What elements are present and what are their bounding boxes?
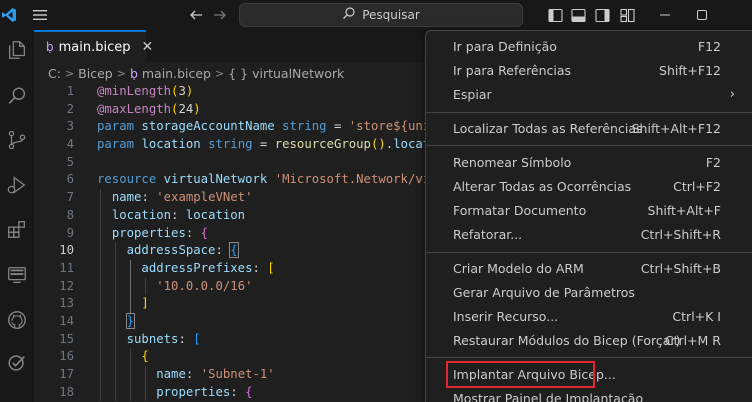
source-control-icon[interactable] [0, 122, 34, 158]
explorer-icon[interactable] [0, 32, 34, 68]
github-icon[interactable] [0, 302, 34, 338]
extensions-icon[interactable] [0, 211, 34, 247]
breadcrumb-item-drive[interactable]: C: [48, 66, 61, 81]
title-bar: Pesquisar [0, 0, 752, 30]
line-number: 4 [66, 137, 74, 152]
line-number: 6 [66, 172, 74, 187]
line-text: location: location [111, 207, 246, 222]
line-number: 11 [59, 260, 74, 275]
line-text: '10.0.0.0/16' [156, 278, 253, 293]
line-text: ] [141, 296, 149, 311]
menu-icon[interactable] [30, 0, 50, 30]
line-number: 14 [59, 313, 74, 328]
menu-item-format-document[interactable]: Formatar Documento Shift+Alt+F [426, 199, 752, 222]
toggle-secondary-sidebar-icon[interactable] [592, 0, 612, 30]
menu-divider [426, 145, 752, 146]
maximize-icon[interactable] [690, 0, 714, 30]
menu-item-find-all-references[interactable]: Localizar Todas as Referências Shift+Alt+… [426, 117, 752, 140]
breadcrumb-separator-icon: > [116, 66, 126, 80]
line-text: addressPrefixes: [ [141, 260, 275, 275]
line-text: resource virtualNetwork 'Microsoft.Netwo… [97, 172, 438, 187]
breadcrumb-separator-icon: > [215, 66, 225, 80]
chevron-right-icon: › [729, 87, 735, 102]
breadcrumb-item-folder[interactable]: Bicep [78, 66, 113, 81]
activity-bar [0, 30, 34, 402]
line-text: name: 'exampleVNet' [111, 190, 253, 205]
line-number: 2 [66, 101, 74, 116]
breadcrumb-item-symbol[interactable]: { } virtualNetwork [228, 66, 344, 81]
line-number: 18 [59, 384, 74, 399]
menu-divider [426, 252, 752, 253]
line-number: 13 [59, 296, 74, 311]
search-icon [342, 6, 356, 24]
line-text: addressSpace: { [126, 242, 239, 259]
remote-explorer-icon[interactable] [0, 257, 34, 293]
breadcrumb-separator-icon: > [64, 66, 75, 80]
line-text: @maxLength(24) [97, 101, 201, 116]
line-text: } [125, 312, 136, 329]
menu-item-generate-parameters-file[interactable]: Gerar Arquivo de Parâmetros [426, 281, 752, 304]
menu-item-restore-bicep-modules[interactable]: Restaurar Módulos do Bicep (Forçar) Ctrl+… [426, 329, 752, 352]
bicep-file-icon: ḅ [129, 65, 138, 81]
menu-item-change-all-occurrences[interactable]: Alterar Todas as Ocorrências Ctrl+F2 [426, 175, 752, 198]
menu-item-peek[interactable]: Espiar › [426, 83, 752, 106]
tab-label: main.bicep [58, 39, 131, 55]
line-number: 7 [66, 190, 74, 205]
command-center-search[interactable]: Pesquisar [239, 3, 523, 27]
toggle-panel-icon[interactable] [568, 0, 588, 30]
toggle-primary-sidebar-icon[interactable] [545, 0, 565, 30]
context-menu: Ir para Definição F12 Ir para Referências… [425, 30, 752, 402]
breadcrumb: C: > Bicep > ḅ main.bicep > { } virtualN… [48, 64, 344, 82]
line-text: param location string = resourceGroup().… [97, 137, 438, 152]
line-number: 9 [66, 225, 74, 240]
line-number: 3 [66, 119, 74, 134]
line-number: 17 [59, 367, 74, 381]
search-icon[interactable] [0, 78, 34, 114]
bicep-file-icon: ḅ [46, 40, 54, 54]
breadcrumb-item-file[interactable]: main.bicep [142, 66, 211, 81]
menu-item-insert-resource[interactable]: Inserir Recurso... Ctrl+K I [426, 305, 752, 328]
menu-item-create-arm-template[interactable]: Criar Modelo do ARM Ctrl+Shift+B [426, 257, 752, 280]
minimize-icon[interactable] [653, 0, 677, 30]
menu-item-refactor[interactable]: Refatorar... Ctrl+Shift+R [426, 223, 752, 246]
search-placeholder: Pesquisar [362, 8, 420, 22]
testing-icon[interactable] [0, 345, 34, 381]
line-number: 10 [59, 243, 74, 258]
menu-item-go-to-references[interactable]: Ir para Referências Shift+F12 [426, 59, 752, 82]
vscode-logo-icon [0, 0, 18, 30]
line-number: 15 [59, 331, 74, 346]
line-text: name: 'Subnet-1' [156, 367, 275, 381]
line-number: 5 [66, 154, 74, 169]
line-number: 12 [59, 278, 74, 293]
menu-divider [426, 112, 752, 113]
highlight-box [446, 361, 595, 388]
line-number: 16 [59, 349, 74, 364]
line-text: param storageAccountName string = 'store… [97, 119, 438, 134]
line-text: { [141, 349, 149, 364]
menu-item-show-deployment-pane[interactable]: Mostrar Painel de Implantação [426, 387, 752, 402]
menu-item-go-to-definition[interactable]: Ir para Definição F12 [426, 35, 752, 58]
run-debug-icon[interactable] [0, 167, 34, 203]
close-icon[interactable]: ✕ [142, 39, 154, 55]
line-number: 1 [66, 84, 74, 98]
forward-arrow-icon[interactable] [210, 0, 230, 30]
line-text: subnets: [ [126, 331, 201, 346]
menu-divider [426, 357, 752, 358]
line-number: 8 [66, 207, 74, 222]
menu-item-rename-symbol[interactable]: Renomear Símbolo F2 [426, 151, 752, 174]
line-text: properties: { [111, 225, 209, 240]
line-text: properties: { [156, 384, 253, 399]
customize-layout-icon[interactable] [617, 0, 637, 30]
tab-main-bicep[interactable]: ḅ main.bicep ✕ [34, 30, 153, 62]
line-text: @minLength(3) [97, 84, 194, 98]
back-arrow-icon[interactable] [186, 0, 206, 30]
